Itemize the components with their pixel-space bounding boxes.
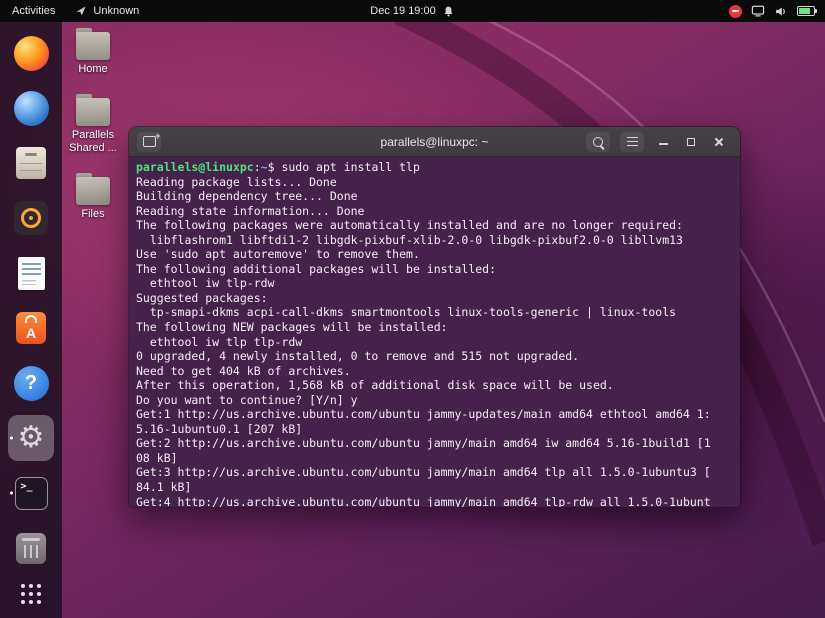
clock-label: Dec 19 19:00 [370, 5, 435, 17]
battery-icon [797, 6, 815, 16]
dock-bottom [8, 571, 54, 617]
dock-item-firefox[interactable] [8, 30, 54, 76]
terminal-prompt-line: parallels@linuxpc:~$ sudo apt install tl… [136, 160, 733, 175]
terminal-line: Use 'sudo apt autoremove' to remove them… [136, 247, 733, 262]
notification-bell-icon [442, 5, 455, 18]
desktop-icon-label: Files [81, 208, 104, 221]
focused-app-indicator[interactable]: Unknown [75, 5, 139, 17]
dock-item-thunderbird[interactable] [8, 85, 54, 131]
dock-item-writer[interactable] [8, 250, 54, 296]
terminal-line: The following NEW packages will be insta… [136, 320, 733, 335]
top-bar: Activities Unknown Dec 19 19:00 [0, 0, 825, 22]
search-button[interactable] [586, 132, 610, 152]
terminal-line: 5.16-1ubuntu0.1 [207 kB] [136, 422, 733, 437]
terminal-line: Get:2 http://us.archive.ubuntu.com/ubunt… [136, 436, 733, 451]
terminal-line: After this operation, 1,568 kB of additi… [136, 378, 733, 393]
folder-icon [74, 28, 112, 60]
terminal-line: ethtool iw tlp tlp-rdw [136, 335, 733, 350]
terminal-icon [15, 477, 48, 510]
dock-item-show-apps[interactable] [8, 571, 54, 617]
settings-gear-icon [12, 419, 50, 457]
desktop-icon-label: ParallelsShared ... [69, 129, 117, 155]
folder-icon [74, 173, 112, 205]
dock-item-terminal[interactable] [8, 470, 54, 516]
activities-button[interactable]: Activities [12, 5, 55, 17]
close-icon [714, 137, 724, 147]
dock-item-trash[interactable] [8, 525, 54, 571]
terminal-line: Do you want to continue? [Y/n] y [136, 393, 733, 408]
dock [0, 22, 62, 618]
terminal-line: tp-smapi-dkms acpi-call-dkms smartmontoo… [136, 305, 733, 320]
terminal-titlebar[interactable]: parallels@linuxpc: ~ [129, 127, 740, 157]
terminal-line: Get:1 http://us.archive.ubuntu.com/ubunt… [136, 407, 733, 422]
terminal-line: The following additional packages will b… [136, 262, 733, 277]
screencast-icon [751, 5, 765, 17]
desktop-icon-label: Home [78, 63, 107, 76]
terminal-line: Reading state information... Done [136, 204, 733, 219]
desktop-icon-parallels-shared[interactable]: ParallelsShared ... [64, 94, 122, 155]
recording-indicator-icon [729, 5, 742, 18]
activities-label: Activities [12, 5, 55, 17]
desktop-icon-area: Home ParallelsShared ... Files [64, 28, 122, 221]
dock-item-rhythmbox[interactable] [8, 195, 54, 241]
terminal-line: Building dependency tree... Done [136, 189, 733, 204]
focused-app-icon [75, 5, 87, 17]
new-tab-button[interactable] [137, 132, 161, 152]
file-manager-icon [16, 147, 46, 179]
terminal-line: Get:4 http://us.archive.ubuntu.com/ubunt… [136, 495, 733, 508]
terminal-line: 08 kB] [136, 451, 733, 466]
dock-item-software[interactable] [8, 305, 54, 351]
system-status-area[interactable] [729, 5, 825, 18]
minimize-button[interactable] [654, 133, 672, 151]
firefox-icon [14, 36, 49, 71]
close-button[interactable] [710, 133, 728, 151]
maximize-icon [687, 138, 695, 146]
dock-item-help[interactable] [8, 360, 54, 406]
ubuntu-software-icon [16, 312, 46, 344]
hamburger-menu-icon [627, 141, 638, 143]
thunderbird-icon [14, 91, 49, 126]
desktop-icon-home[interactable]: Home [64, 28, 122, 76]
terminal-line: 0 upgraded, 4 newly installed, 0 to remo… [136, 349, 733, 364]
running-indicator [10, 492, 13, 495]
folder-icon [74, 94, 112, 126]
help-icon [14, 366, 49, 401]
terminal-line: libflashrom1 libftdi1-2 libgdk-pixbuf-xl… [136, 233, 733, 248]
new-tab-icon [143, 136, 156, 147]
maximize-button[interactable] [682, 133, 700, 151]
media-player-icon [14, 201, 48, 235]
minimize-icon [659, 143, 668, 145]
dock-items [8, 30, 54, 571]
show-applications-icon [21, 584, 41, 604]
volume-icon [774, 5, 788, 18]
desktop-icon-files[interactable]: Files [64, 173, 122, 221]
libreoffice-writer-icon [18, 257, 45, 290]
terminal-output[interactable]: parallels@linuxpc:~$ sudo apt install tl… [129, 157, 740, 507]
menu-button[interactable] [620, 132, 644, 152]
terminal-line: Need to get 404 kB of archives. [136, 364, 733, 379]
dock-item-settings[interactable] [8, 415, 54, 461]
terminal-line: Reading package lists... Done [136, 175, 733, 190]
clock-menu[interactable]: Dec 19 19:00 [370, 5, 454, 18]
focused-app-name: Unknown [93, 5, 139, 17]
search-icon [593, 137, 603, 147]
terminal-line: The following packages were automaticall… [136, 218, 733, 233]
terminal-line: Get:3 http://us.archive.ubuntu.com/ubunt… [136, 465, 733, 480]
terminal-window: parallels@linuxpc: ~ parallels@linuxpc:~… [128, 126, 741, 508]
trash-icon [16, 533, 46, 564]
terminal-line: Suggested packages: [136, 291, 733, 306]
terminal-line: ethtool iw tlp-rdw [136, 276, 733, 291]
terminal-line: 84.1 kB] [136, 480, 733, 495]
dock-item-files[interactable] [8, 140, 54, 186]
